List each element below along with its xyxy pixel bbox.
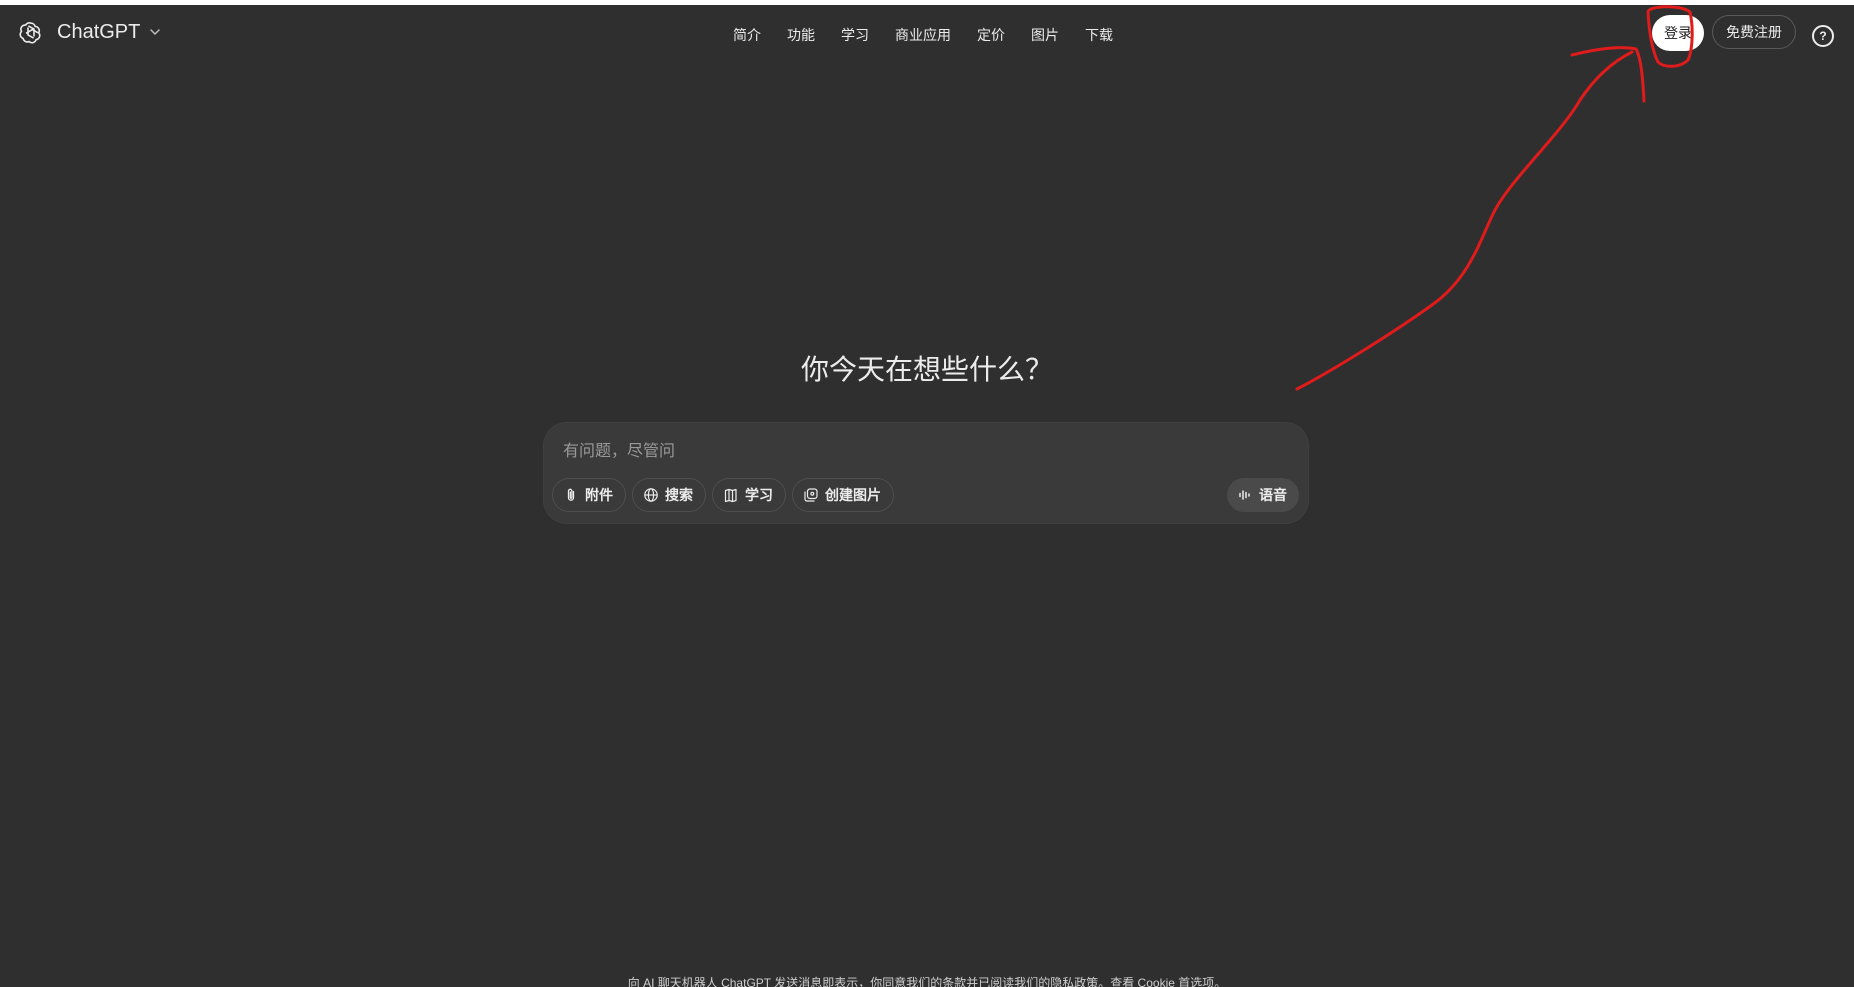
brand-name: ChatGPT [57, 20, 141, 43]
login-button[interactable]: 登录 [1652, 15, 1704, 51]
prompt-composer: 附件 搜索 [543, 422, 1309, 524]
create-image-button[interactable]: 创建图片 [792, 478, 894, 512]
signup-button[interactable]: 免费注册 [1712, 15, 1796, 49]
prompt-input[interactable] [561, 438, 1265, 466]
top-header: ChatGPT 简介 功能 学习 商业应用 定价 图片 下载 登录 免费注册 ? [0, 5, 1854, 57]
chevron-down-icon [150, 29, 161, 35]
attach-button[interactable]: 附件 [552, 478, 626, 512]
question-circle-icon: ? [1819, 29, 1827, 43]
attach-label: 附件 [585, 487, 613, 503]
nav-link-intro[interactable]: 简介 [720, 21, 774, 49]
study-button[interactable]: 学习 [712, 478, 786, 512]
legal-notice: 向 AI 聊天机器人 ChatGPT 发送消息即表示，你同意我们的条款并已阅读我… [627, 976, 1227, 987]
search-button[interactable]: 搜索 [632, 478, 706, 512]
nav-link-business[interactable]: 商业应用 [882, 21, 964, 49]
nav-link-pricing[interactable]: 定价 [964, 21, 1018, 49]
study-label: 学习 [745, 487, 773, 503]
create-image-label: 创建图片 [825, 487, 881, 503]
nav-link-download[interactable]: 下载 [1072, 21, 1126, 49]
nav-link-learn[interactable]: 学习 [828, 21, 882, 49]
voice-label: 语音 [1259, 487, 1287, 503]
image-icon [804, 488, 818, 502]
nav-link-images[interactable]: 图片 [1018, 21, 1072, 49]
main-nav: 简介 功能 学习 商业应用 定价 图片 下载 [0, 21, 1854, 49]
paperclip-icon [567, 488, 575, 501]
search-label: 搜索 [665, 487, 693, 503]
page-heading: 你今天在想些什么？ [800, 354, 1053, 385]
nav-link-features[interactable]: 功能 [774, 21, 828, 49]
model-switcher[interactable]: ChatGPT [19, 19, 162, 45]
waveform-icon [1239, 490, 1250, 500]
globe-icon [644, 488, 658, 502]
voice-button[interactable]: 语音 [1227, 478, 1299, 512]
help-button[interactable]: ? [1812, 25, 1834, 47]
openai-logo-icon [19, 22, 41, 44]
app-window: ChatGPT 简介 功能 学习 商业应用 定价 图片 下载 登录 免费注册 ?… [0, 0, 1854, 987]
book-icon [724, 488, 737, 503]
composer-tools: 附件 搜索 学习 创建图片 [552, 478, 894, 512]
